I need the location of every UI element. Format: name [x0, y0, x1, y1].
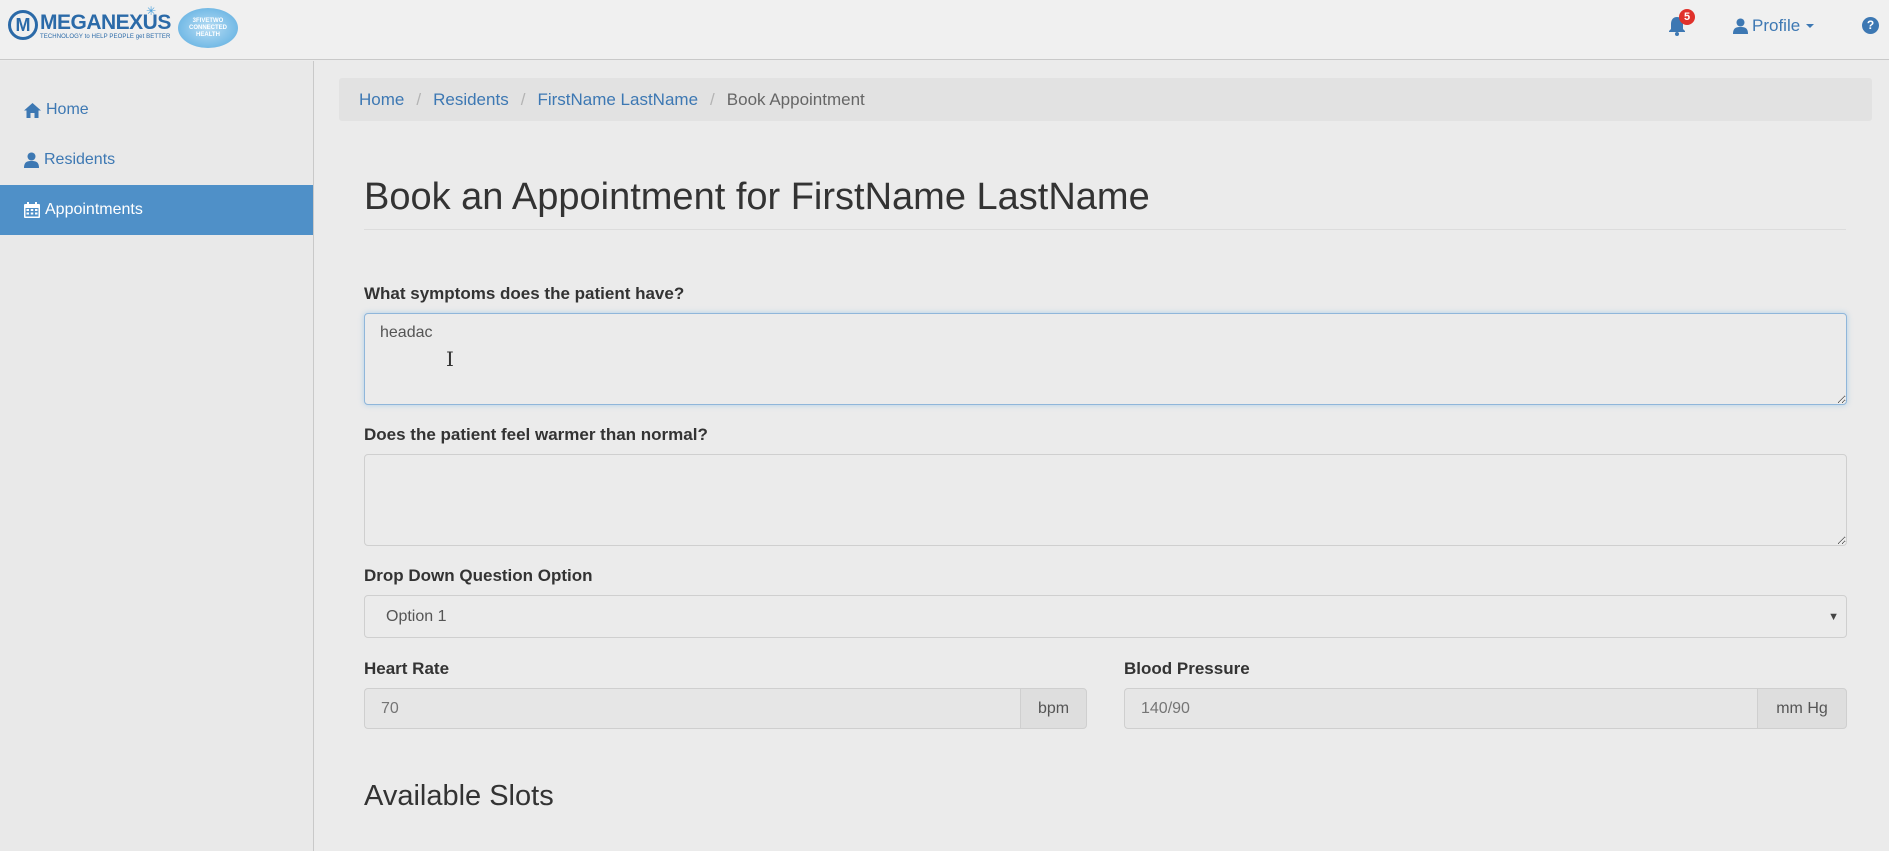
- warmer-label: Does the patient feel warmer than normal…: [364, 425, 708, 444]
- heart-rate-group: bpm: [364, 688, 1087, 729]
- partner-line-3: HEALTH: [196, 31, 220, 38]
- meganexus-logo-mark: M: [8, 10, 38, 40]
- notifications-badge[interactable]: 5: [1679, 9, 1695, 25]
- dropdown-arrow-icon: ▼: [1828, 611, 1839, 623]
- symptoms-textarea[interactable]: [364, 313, 1847, 405]
- sidebar-item-label: Residents: [44, 151, 116, 168]
- title-divider: [364, 229, 1846, 230]
- dropdown-select[interactable]: Option 1 ▼: [364, 595, 1847, 638]
- breadcrumb: Home / Residents / FirstName LastName / …: [339, 78, 1872, 121]
- breadcrumb-resident-name[interactable]: FirstName LastName: [537, 90, 698, 110]
- sidebar-item-label: Home: [46, 101, 89, 118]
- sidebar-item-label: Appointments: [45, 201, 143, 218]
- page-title: Book an Appointment for FirstName LastNa…: [364, 176, 1150, 218]
- dropdown-label: Drop Down Question Option: [364, 566, 593, 585]
- help-icon[interactable]: ?: [1862, 17, 1879, 34]
- profile-label[interactable]: Profile: [1752, 16, 1800, 36]
- calendar-icon: [24, 202, 40, 218]
- sidebar-item-appointments[interactable]: Appointments: [0, 185, 313, 235]
- blood-pressure-label: Blood Pressure: [1124, 659, 1250, 678]
- sidebar: Home Residents Appointments: [0, 61, 314, 851]
- chevron-down-icon: [1806, 24, 1815, 28]
- heart-rate-unit: bpm: [1020, 688, 1087, 729]
- heart-rate-label: Heart Rate: [364, 659, 450, 678]
- partner-line-2: CONNECTED: [188, 24, 227, 31]
- user-icon: [1733, 18, 1748, 34]
- partner-line-1: 3FIVETWO: [192, 17, 224, 24]
- logo-star-icon: ✳: [146, 4, 157, 18]
- partner-logo: 3FIVETWO CONNECTED HEALTH: [178, 8, 238, 48]
- breadcrumb-separator: /: [416, 89, 422, 109]
- breadcrumb-current: Book Appointment: [726, 89, 865, 109]
- breadcrumb-residents[interactable]: Residents: [433, 90, 509, 110]
- heart-rate-input[interactable]: [364, 688, 1020, 729]
- dropdown-selected-value: Option 1: [386, 607, 447, 625]
- sidebar-item-home[interactable]: Home: [0, 85, 313, 135]
- breadcrumb-separator: /: [710, 89, 715, 109]
- top-navbar: M MEGANEXUS TECHNOLOGY to HELP PEOPLE ge…: [0, 0, 1889, 60]
- blood-pressure-input[interactable]: [1124, 688, 1757, 729]
- profile-menu[interactable]: Profile: [1733, 14, 1815, 38]
- sidebar-item-residents[interactable]: Residents: [0, 135, 313, 185]
- home-icon: [24, 102, 41, 118]
- warmer-textarea[interactable]: [364, 454, 1847, 546]
- brand-tagline: TECHNOLOGY to HELP PEOPLE get BETTER: [40, 33, 171, 40]
- available-slots-heading: Available Slots: [364, 780, 554, 812]
- breadcrumb-separator: /: [520, 89, 526, 109]
- symptoms-label: What symptoms does the patient have?: [364, 284, 685, 303]
- user-icon: [24, 152, 39, 168]
- text-cursor-icon: I: [446, 347, 454, 371]
- blood-pressure-group: mm Hg: [1124, 688, 1847, 729]
- blood-pressure-unit: mm Hg: [1757, 688, 1847, 729]
- breadcrumb-home[interactable]: Home: [359, 90, 404, 110]
